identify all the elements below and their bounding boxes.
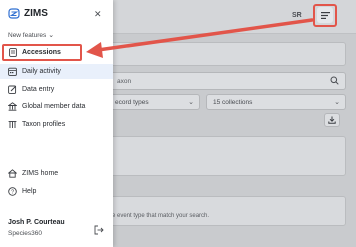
- record-types-select[interactable]: ecord types ⌄: [108, 94, 200, 110]
- menu-button-highlight: [313, 4, 337, 27]
- calendar-icon: [8, 67, 17, 76]
- user-name: Josh P. Courteau: [8, 219, 65, 226]
- download-button[interactable]: [324, 113, 340, 127]
- chevron-down-icon: ⌄: [334, 99, 340, 106]
- home-icon: [8, 169, 17, 178]
- download-icon: [328, 116, 336, 124]
- search-placeholder: axon: [117, 78, 132, 85]
- sidebar-item-label: Taxon profiles: [22, 121, 66, 128]
- edit-icon: [8, 85, 17, 94]
- collections-select[interactable]: 15 collections ⌄: [206, 94, 346, 110]
- logout-icon[interactable]: [94, 222, 104, 240]
- accessions-highlight: [2, 44, 82, 61]
- sidebar-item-zims-home[interactable]: ZIMS home: [0, 166, 113, 181]
- new-features-dropdown[interactable]: New features ⌄: [8, 31, 55, 40]
- sidebar-item-daily-activity[interactable]: Daily activity: [0, 64, 113, 79]
- background-panel: [108, 42, 346, 66]
- close-icon[interactable]: ✕: [94, 9, 102, 20]
- app-name: ZIMS: [24, 8, 48, 19]
- sidebar-item-help[interactable]: ? Help: [0, 184, 113, 199]
- sidebar-item-label: Data entry: [22, 86, 55, 93]
- taxonomy-icon: [8, 120, 17, 129]
- sidebar-item-global-member-data[interactable]: Global member data: [0, 99, 113, 114]
- sidebar-item-label: ZIMS home: [22, 170, 59, 177]
- sidebar-item-label: Help: [22, 188, 37, 195]
- chevron-down-icon: ⌄: [48, 32, 55, 39]
- results-panel: [108, 136, 346, 176]
- chevron-down-icon: ⌄: [188, 99, 194, 106]
- user-organization: Species360: [8, 230, 42, 237]
- help-icon: ?: [8, 187, 17, 196]
- footer-panel: [108, 196, 346, 226]
- sidebar-item-label: Global member data: [22, 103, 86, 110]
- sidebar-item-label: Daily activity: [22, 68, 61, 75]
- user-initials: SR: [292, 12, 302, 19]
- search-input[interactable]: axon: [108, 72, 346, 90]
- search-icon: [330, 76, 339, 85]
- sidebar-item-data-entry[interactable]: Data entry: [0, 82, 113, 97]
- svg-text:?: ?: [11, 189, 14, 195]
- sidebar-item-taxon-profiles[interactable]: Taxon profiles: [0, 117, 113, 132]
- app-logo[interactable]: ZIMS: [8, 8, 48, 19]
- building-icon: [8, 102, 17, 111]
- zims-logo-icon: [8, 8, 20, 19]
- sidebar-menu: ZIMS ✕ New features ⌄ Accessions Daily a…: [0, 0, 113, 247]
- empty-results-text: e event type that match your search.: [112, 213, 210, 219]
